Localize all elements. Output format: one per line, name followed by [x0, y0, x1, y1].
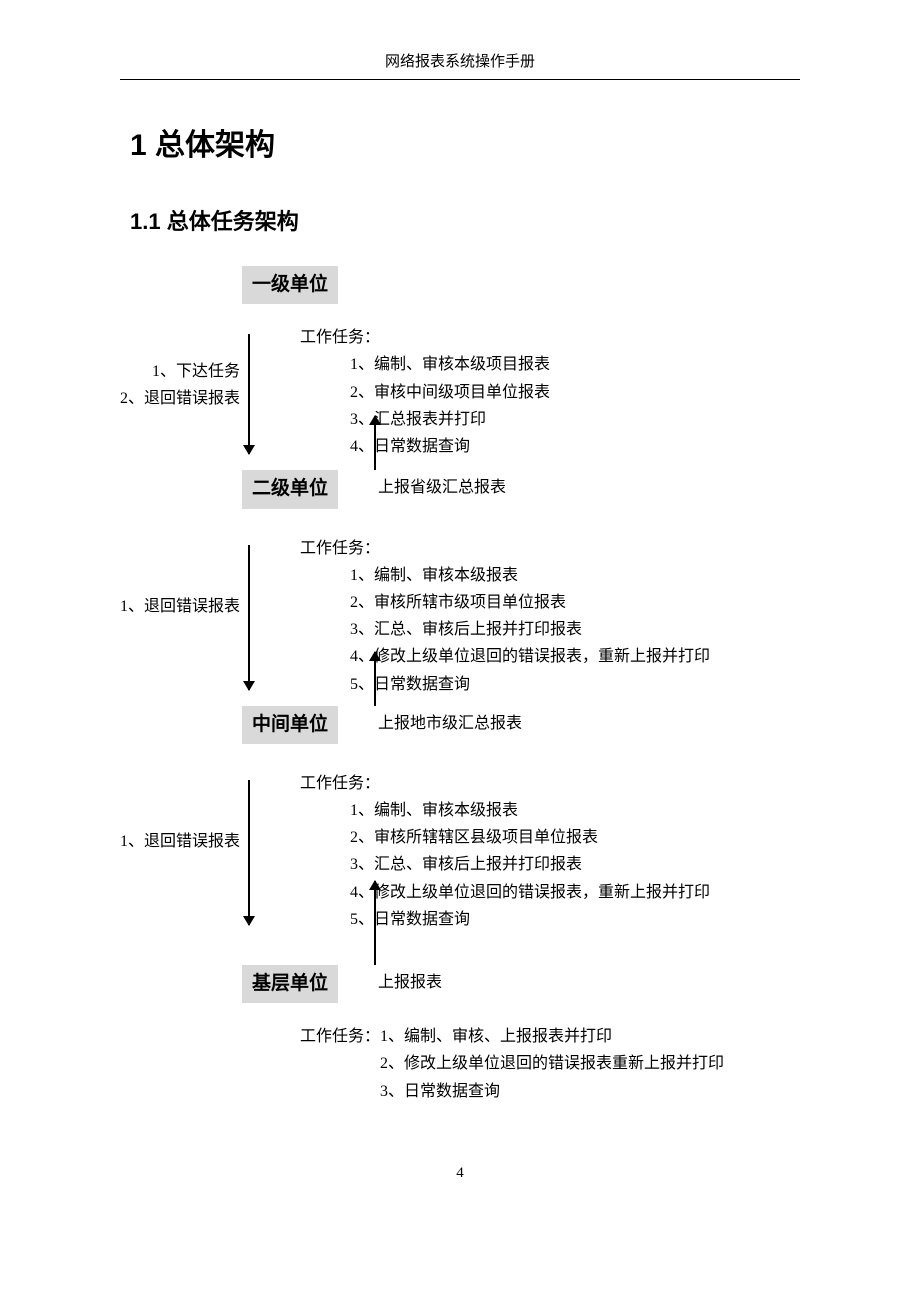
task-item: 4、修改上级单位退回的错误报表，重新上报并打印	[350, 643, 800, 670]
page-header: 网络报表系统操作手册	[120, 50, 800, 80]
unit-level-3: 中间单位	[242, 706, 338, 744]
unit-level-4: 基层单位	[242, 965, 338, 1003]
arrow-down-icon	[248, 545, 250, 690]
task-item: 3、汇总、审核后上报并打印报表	[350, 851, 800, 878]
unit-level-1: 一级单位	[242, 266, 338, 304]
task-item: 2、审核所辖市级项目单位报表	[350, 589, 800, 616]
upload-label: 上报地市级汇总报表	[378, 710, 522, 737]
task-item: 3、汇总、审核后上报并打印报表	[350, 616, 800, 643]
arrow-down-icon	[248, 780, 250, 925]
heading-2: 1.1 总体任务架构	[130, 204, 800, 236]
task-item: 3、日常数据查询	[380, 1078, 800, 1105]
task-item: 1、编制、审核、上报报表并打印	[380, 1028, 612, 1045]
arrow-up-icon	[374, 881, 376, 965]
task-item: 1、编制、审核本级报表	[350, 797, 800, 824]
bottom-task-block: 工作任务：1、编制、审核、上报报表并打印 2、修改上级单位退回的错误报表重新上报…	[300, 1023, 800, 1105]
page-number: 4	[120, 1165, 800, 1182]
task-item: 1、编制、审核本级项目报表	[350, 351, 800, 378]
left-note: 2、退回错误报表	[90, 385, 240, 412]
task-item: 1、编制、审核本级报表	[350, 562, 800, 589]
arrow-down-icon	[248, 334, 250, 454]
left-note: 1、下达任务	[90, 358, 240, 385]
left-note: 1、退回错误报表	[90, 828, 240, 855]
task-item: 4、修改上级单位退回的错误报表，重新上报并打印	[350, 879, 800, 906]
upload-label: 上报省级汇总报表	[378, 474, 506, 501]
upload-label: 上报报表	[378, 969, 442, 996]
task-item: 2、审核中间级项目单位报表	[350, 379, 800, 406]
architecture-diagram: 一级单位 1、下达任务 2、退回错误报表 工作任务： 1、编制、审核本级项目报表…	[120, 266, 800, 1105]
arrow-up-icon	[374, 416, 376, 470]
task-title: 工作任务：	[300, 535, 800, 562]
task-item: 5、日常数据查询	[350, 671, 800, 698]
task-item: 5、日常数据查询	[350, 906, 800, 933]
task-item: 2、修改上级单位退回的错误报表重新上报并打印	[380, 1050, 800, 1077]
heading-1: 1 总体架构	[130, 120, 800, 164]
left-note: 1、退回错误报表	[90, 593, 240, 620]
task-item: 3、汇总报表并打印	[350, 406, 800, 433]
task-title-inline: 工作任务：	[300, 1028, 380, 1045]
arrow-up-icon	[374, 652, 376, 706]
task-title: 工作任务：	[300, 324, 800, 351]
task-item: 4、日常数据查询	[350, 433, 800, 460]
task-title: 工作任务：	[300, 770, 800, 797]
task-item: 2、审核所辖辖区县级项目单位报表	[350, 824, 800, 851]
unit-level-2: 二级单位	[242, 470, 338, 508]
